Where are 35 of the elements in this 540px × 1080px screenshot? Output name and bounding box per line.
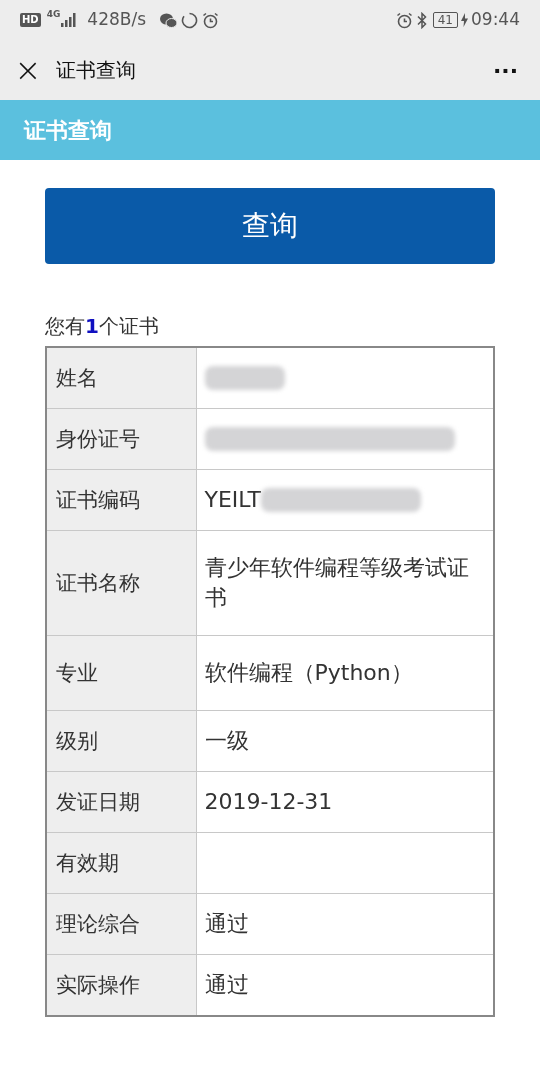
cell-value: 一级 xyxy=(204,727,249,755)
certificate-count: 您有1个证书 xyxy=(45,313,160,340)
field-label: 有效期 xyxy=(46,832,196,894)
chat-icon xyxy=(160,12,178,28)
cell-value: YEILT xyxy=(204,486,261,514)
alarm-icon xyxy=(202,11,220,29)
charging-icon xyxy=(461,13,468,27)
field-label: 实际操作 xyxy=(46,954,196,1016)
battery-icon: 41 xyxy=(432,12,458,28)
cell-value: 通过 xyxy=(204,971,249,999)
loading-icon xyxy=(181,11,199,29)
field-label: 姓名 xyxy=(46,347,196,409)
cell-value: 青少年软件编程等级考试证书 xyxy=(204,554,470,612)
field-label: 证书名称 xyxy=(46,530,196,636)
field-label: 级别 xyxy=(46,710,196,772)
network-speed: 428B/s xyxy=(87,8,147,32)
field-label: 发证日期 xyxy=(46,771,196,833)
page-title: 证书查询 xyxy=(56,57,136,84)
field-label: 证书编码 xyxy=(46,469,196,531)
hd-badge: HD xyxy=(20,13,41,27)
query-button[interactable]: 查询 xyxy=(45,188,495,264)
close-button[interactable]: × xyxy=(14,54,42,86)
cell-value: 通过 xyxy=(204,910,249,938)
cell-value: 软件编程（Python） xyxy=(204,659,413,687)
more-button[interactable]: ··· xyxy=(492,53,518,87)
banner-title: 证书查询 xyxy=(24,116,112,145)
alarm-icon xyxy=(395,11,413,29)
field-label: 身份证号 xyxy=(46,408,196,470)
field-label: 专业 xyxy=(46,635,196,711)
clock: 09:44 xyxy=(471,8,520,32)
cell-value: 2019-12-31 xyxy=(204,788,333,816)
network-label: 4G xyxy=(46,10,61,19)
signal-icon xyxy=(61,13,78,27)
bluetooth-icon xyxy=(416,11,427,29)
field-label: 理论综合 xyxy=(46,893,196,955)
